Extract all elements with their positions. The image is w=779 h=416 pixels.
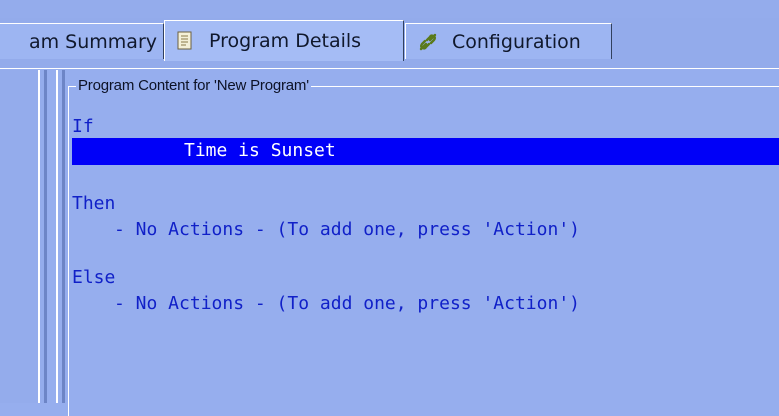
condition-text[interactable]: Time is Sunset xyxy=(184,140,336,161)
tab-program-details-label: Program Details xyxy=(209,30,362,52)
splitter-highlight xyxy=(38,70,40,403)
else-keyword[interactable]: Else xyxy=(72,267,115,288)
tab-program-details[interactable]: Program Details xyxy=(164,20,404,61)
tab-configuration[interactable]: Configuration xyxy=(405,23,612,59)
tab-program-summary[interactable]: am Summary xyxy=(0,23,164,59)
if-keyword[interactable]: If xyxy=(72,116,94,137)
window-top-strip xyxy=(0,0,779,18)
tab-configuration-label: Configuration xyxy=(452,30,581,53)
then-action-placeholder[interactable]: - No Actions - (To add one, press 'Actio… xyxy=(114,219,580,240)
panel-border-shadow xyxy=(62,70,65,403)
condition-row-selected[interactable] xyxy=(72,138,779,165)
tab-bar: am Summary Program Details Configuration xyxy=(0,18,779,69)
program-content-title: Program Content for 'New Program' xyxy=(76,77,311,94)
else-action-placeholder[interactable]: - No Actions - (To add one, press 'Actio… xyxy=(114,293,580,314)
link-icon xyxy=(416,30,440,54)
document-icon xyxy=(173,29,197,53)
splitter-shadow[interactable] xyxy=(44,70,47,403)
program-content-group xyxy=(68,86,779,416)
tab-program-summary-label: am Summary xyxy=(28,30,157,53)
panel-border-highlight xyxy=(56,70,58,403)
then-keyword[interactable]: Then xyxy=(72,193,115,214)
